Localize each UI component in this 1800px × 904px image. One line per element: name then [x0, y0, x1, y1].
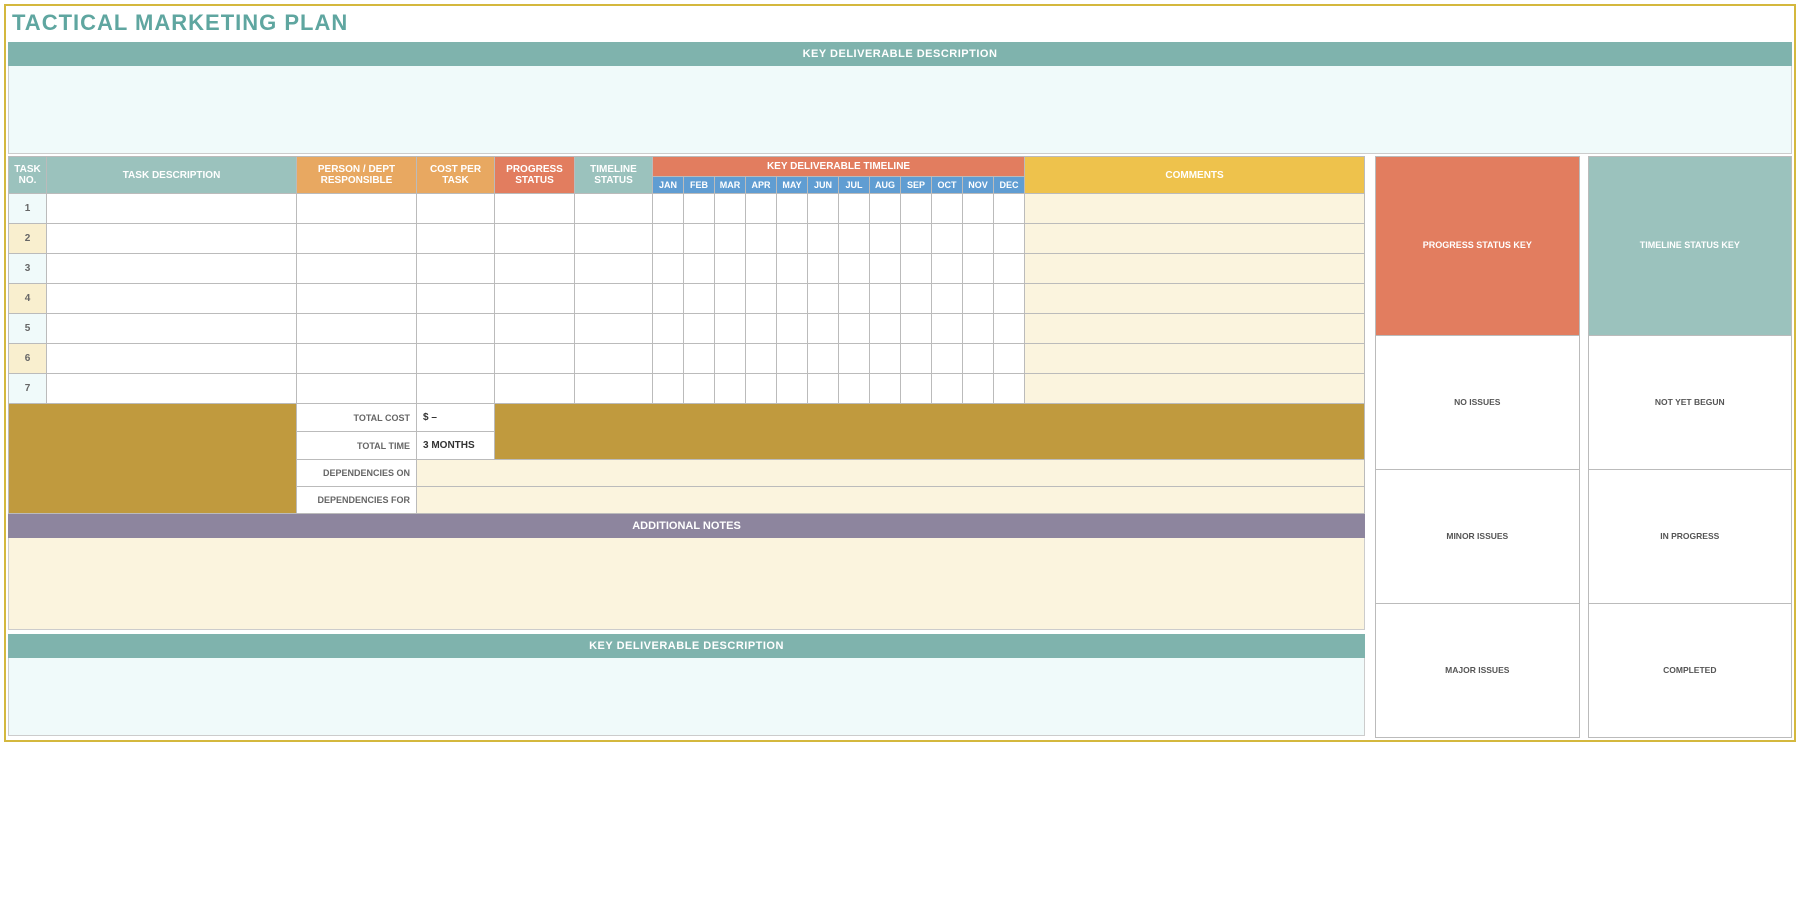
task-no-cell: 1 [9, 194, 47, 224]
timeline-key-table: TIMELINE STATUS KEY NOT YET BEGUN IN PRO… [1588, 156, 1793, 738]
col-timeline: TIMELINE STATUS [575, 157, 653, 194]
progress-key-item: MAJOR ISSUES [1376, 603, 1580, 737]
progress-cell[interactable] [495, 194, 575, 224]
dependencies-for-value[interactable] [417, 487, 1365, 514]
timeline-key-item: COMPLETED [1588, 603, 1792, 737]
cost-cell[interactable] [417, 194, 495, 224]
total-cost-label: TOTAL COST [297, 404, 417, 432]
table-row[interactable]: 1 [9, 194, 1365, 224]
key-deliverable-header-2: KEY DELIVERABLE DESCRIPTION [8, 634, 1365, 658]
additional-notes-header: ADDITIONAL NOTES [8, 514, 1365, 538]
col-comments: COMMENTS [1025, 157, 1365, 194]
col-task-desc: TASK DESCRIPTION [47, 157, 297, 194]
month-may: MAY [777, 177, 808, 194]
table-row[interactable]: 2 [9, 224, 1365, 254]
person-cell[interactable] [297, 194, 417, 224]
key-deliverable-description-area-2[interactable] [8, 658, 1365, 736]
key-deliverable-description-area[interactable] [8, 66, 1792, 154]
summary-gold-right [495, 404, 1365, 460]
task-no-cell: 4 [9, 284, 47, 314]
page-title: TACTICAL MARKETING PLAN [8, 8, 1792, 42]
table-row[interactable]: 6 [9, 344, 1365, 374]
month-nov: NOV [963, 177, 994, 194]
dependencies-on-label: DEPENDENCIES ON [297, 460, 417, 487]
marketing-plan-table: TASK NO. TASK DESCRIPTION PERSON / DEPT … [8, 156, 1365, 514]
total-time-value: 3 MONTHS [417, 432, 495, 460]
table-row[interactable]: 7 [9, 374, 1365, 404]
timeline-key-item: IN PROGRESS [1588, 469, 1792, 603]
month-sep: SEP [901, 177, 932, 194]
progress-key-item: MINOR ISSUES [1376, 469, 1580, 603]
timeline-cell[interactable] [575, 194, 653, 224]
key-deliverable-header: KEY DELIVERABLE DESCRIPTION [8, 42, 1792, 66]
dependencies-for-label: DEPENDENCIES FOR [297, 487, 417, 514]
month-apr: APR [746, 177, 777, 194]
total-time-label: TOTAL TIME [297, 432, 417, 460]
additional-notes-area[interactable] [8, 538, 1365, 630]
task-no-cell: 2 [9, 224, 47, 254]
dependencies-on-value[interactable] [417, 460, 1365, 487]
progress-key-item: NO ISSUES [1376, 335, 1580, 469]
col-kd-timeline: KEY DELIVERABLE TIMELINE [653, 157, 1025, 177]
summary-gold-block [9, 404, 297, 514]
month-aug: AUG [870, 177, 901, 194]
timeline-key-item: NOT YET BEGUN [1588, 335, 1792, 469]
month-dec: DEC [994, 177, 1025, 194]
timeline-key-header: TIMELINE STATUS KEY [1588, 157, 1792, 336]
month-feb: FEB [684, 177, 715, 194]
month-jun: JUN [808, 177, 839, 194]
task-no-cell: 5 [9, 314, 47, 344]
progress-key-table: PROGRESS STATUS KEY NO ISSUES MINOR ISSU… [1375, 156, 1580, 738]
table-row[interactable]: 3 [9, 254, 1365, 284]
table-row[interactable]: 5 [9, 314, 1365, 344]
table-row[interactable]: 4 [9, 284, 1365, 314]
month-mar: MAR [715, 177, 746, 194]
month-jul: JUL [839, 177, 870, 194]
col-task-no: TASK NO. [9, 157, 47, 194]
task-desc-cell[interactable] [47, 194, 297, 224]
task-no-cell: 6 [9, 344, 47, 374]
task-no-cell: 3 [9, 254, 47, 284]
progress-key-header: PROGRESS STATUS KEY [1376, 157, 1580, 336]
month-jan: JAN [653, 177, 684, 194]
total-cost-value: $ – [417, 404, 495, 432]
month-oct: OCT [932, 177, 963, 194]
col-cost: COST PER TASK [417, 157, 495, 194]
comments-cell[interactable] [1025, 194, 1365, 224]
col-person: PERSON / DEPT RESPONSIBLE [297, 157, 417, 194]
task-no-cell: 7 [9, 374, 47, 404]
col-progress: PROGRESS STATUS [495, 157, 575, 194]
